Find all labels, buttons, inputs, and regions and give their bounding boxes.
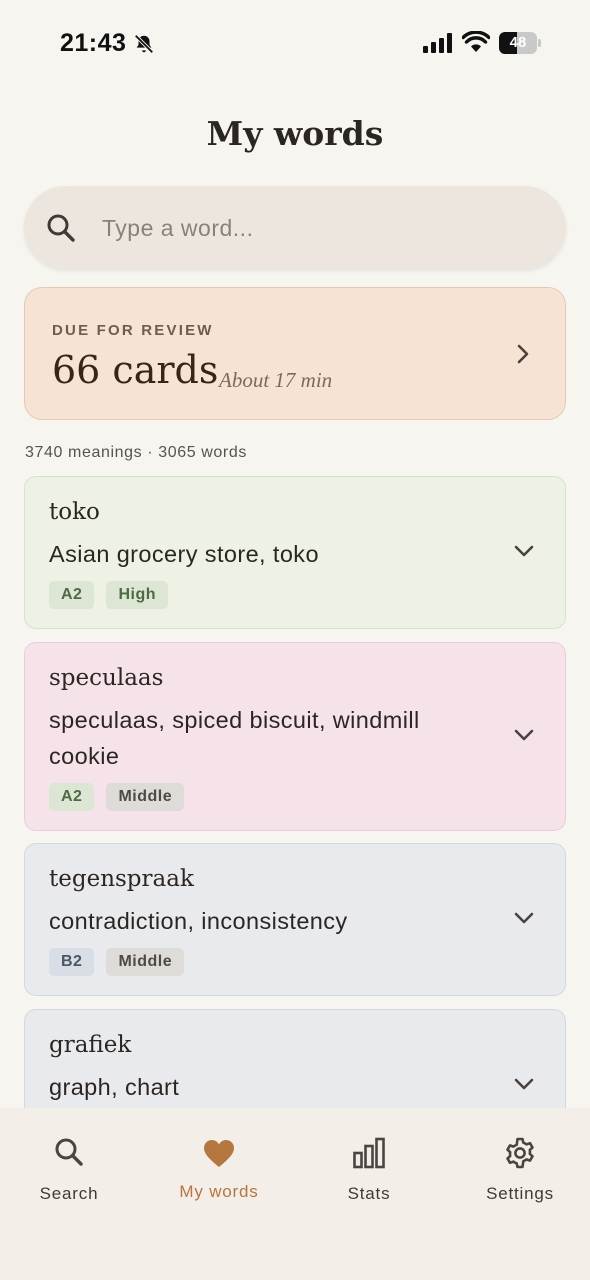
review-count: 66 cards (52, 348, 219, 392)
bar-chart-icon (353, 1137, 385, 1169)
status-bar: 21:43 48 (0, 0, 590, 88)
word-meaning: speculaas, spiced biscuit, windmill cook… (49, 707, 420, 769)
battery-icon: 48 (499, 32, 541, 54)
search-icon (47, 214, 75, 242)
review-time: About 17 min (219, 368, 333, 392)
word-tags: A2 High (49, 581, 168, 609)
tab-stats[interactable]: Stats (295, 1108, 443, 1228)
word-term: tegenspraak (49, 866, 194, 892)
bell-muted-icon (134, 34, 154, 54)
tab-label: Search (39, 1184, 99, 1203)
wifi-icon (462, 31, 490, 52)
word-tags: A2 Middle (49, 783, 185, 811)
word-meaning: contradiction, inconsistency (49, 908, 348, 934)
tab-search[interactable]: Search (0, 1108, 143, 1228)
chevron-down-icon[interactable] (513, 910, 535, 926)
level-badge: A2 (49, 783, 95, 811)
chevron-down-icon[interactable] (513, 727, 535, 743)
battery-level: 48 (509, 34, 527, 51)
word-meaning: Asian grocery store, toko (49, 541, 319, 567)
word-term: speculaas (49, 665, 164, 691)
cellular-signal-icon (423, 33, 452, 53)
chevron-down-icon[interactable] (513, 1076, 535, 1092)
status-time: 21:43 (60, 29, 127, 57)
word-tags: B2 Middle (49, 948, 185, 976)
chevron-down-icon[interactable] (513, 543, 535, 559)
word-card[interactable]: grafiek graph, chart (24, 1009, 566, 1108)
heart-icon (204, 1140, 234, 1167)
frequency-badge: Middle (106, 948, 185, 976)
word-card[interactable]: speculaas speculaas, spiced biscuit, win… (24, 642, 566, 831)
page-title: My words (206, 114, 384, 153)
tab-label: Settings (486, 1184, 554, 1203)
frequency-badge: Middle (106, 783, 185, 811)
word-meaning: graph, chart (49, 1074, 180, 1100)
review-label: DUE FOR REVIEW (52, 322, 214, 339)
chevron-right-icon (517, 344, 529, 364)
gear-icon (506, 1137, 534, 1169)
word-card[interactable]: tegenspraak contradiction, inconsistency… (24, 843, 566, 996)
tab-label: Stats (347, 1184, 391, 1203)
word-card[interactable]: toko Asian grocery store, toko A2 High (24, 476, 566, 629)
word-term: toko (49, 499, 100, 525)
tab-label: My words (179, 1182, 259, 1201)
word-term: grafiek (49, 1032, 132, 1058)
frequency-badge: High (106, 581, 168, 609)
tab-bar: Search My words Stats Settings (0, 1108, 590, 1280)
level-badge: A2 (49, 581, 95, 609)
tab-my-words[interactable]: My words (145, 1108, 293, 1228)
level-badge: B2 (49, 948, 95, 976)
search-input[interactable] (102, 204, 532, 252)
tab-settings[interactable]: Settings (446, 1108, 590, 1228)
search-icon (55, 1138, 83, 1166)
word-list: toko Asian grocery store, toko A2 High s… (24, 476, 566, 1108)
search-bar[interactable] (24, 186, 566, 269)
review-card[interactable]: DUE FOR REVIEW 66 cards About 17 min (24, 287, 566, 420)
word-count-summary: 3740 meanings · 3065 words (25, 444, 247, 461)
